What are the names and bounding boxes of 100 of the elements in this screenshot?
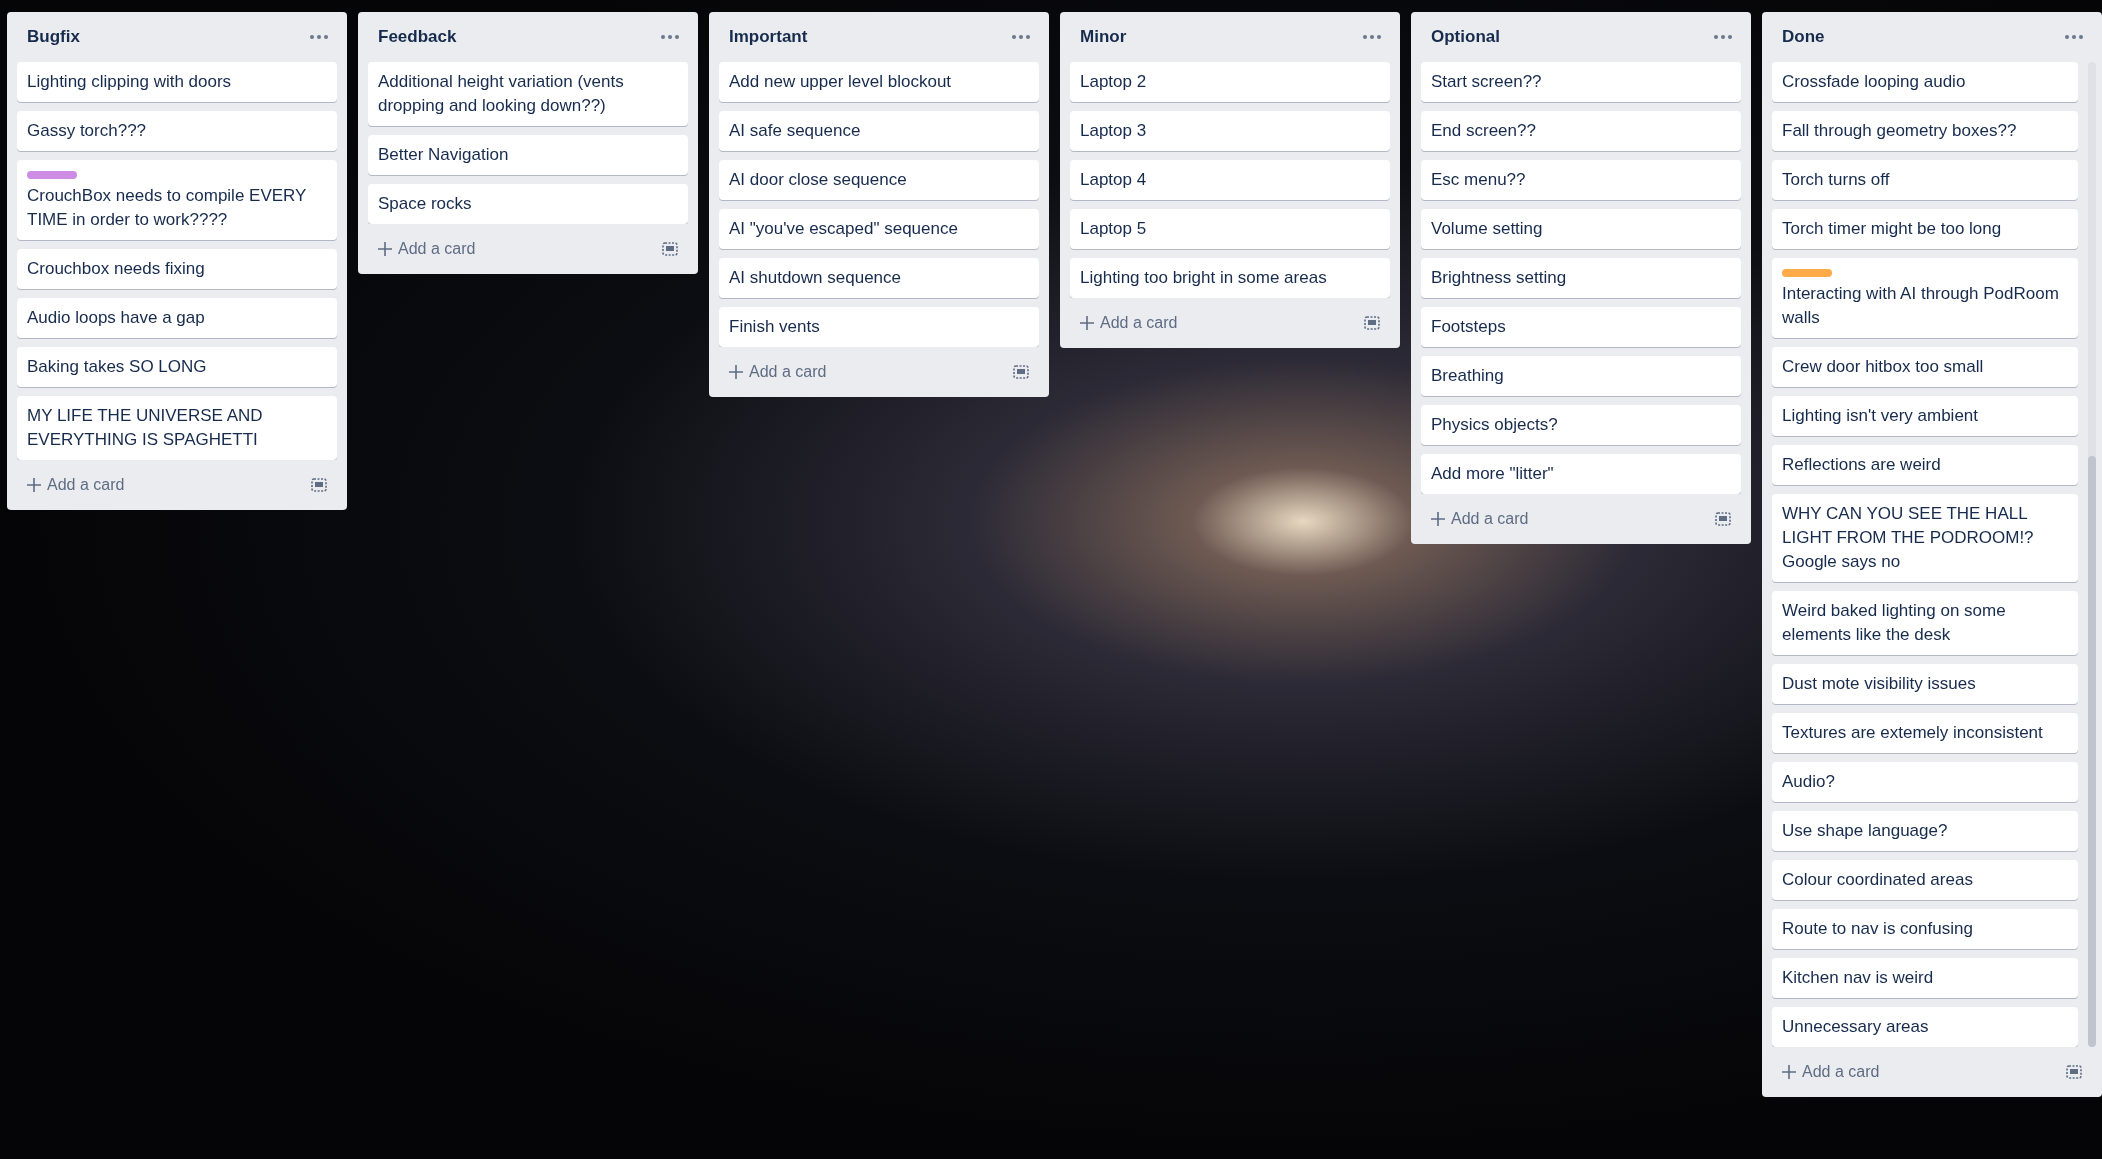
- card[interactable]: Physics objects?: [1421, 405, 1741, 445]
- card[interactable]: Audio?: [1772, 762, 2078, 802]
- card-title: Audio loops have a gap: [27, 307, 206, 329]
- card[interactable]: Audio loops have a gap: [17, 298, 337, 338]
- card[interactable]: Laptop 3: [1070, 111, 1390, 151]
- plus-icon: [1080, 316, 1094, 330]
- card-title: Dust mote visibility issues: [1782, 673, 1977, 695]
- card-title: Use shape language?: [1782, 820, 1949, 842]
- card[interactable]: Finish vents: [719, 307, 1039, 347]
- card-title: Baking takes SO LONG: [27, 356, 208, 378]
- card[interactable]: AI shutdown sequence: [719, 258, 1039, 298]
- card[interactable]: Laptop 4: [1070, 160, 1390, 200]
- card-title: Space rocks: [378, 193, 473, 215]
- card-title: Laptop 4: [1080, 169, 1148, 191]
- card[interactable]: Start screen??: [1421, 62, 1741, 102]
- card[interactable]: Kitchen nav is weird: [1772, 958, 2078, 998]
- card[interactable]: AI safe sequence: [719, 111, 1039, 151]
- card-title: Esc menu??: [1431, 169, 1527, 191]
- card[interactable]: AI door close sequence: [719, 160, 1039, 200]
- card[interactable]: Esc menu??: [1421, 160, 1741, 200]
- plus-icon: [1782, 1065, 1796, 1079]
- add-card-button[interactable]: Add a card: [729, 360, 827, 384]
- card-title: Better Navigation: [378, 144, 510, 166]
- card[interactable]: Laptop 2: [1070, 62, 1390, 102]
- card-title: Start screen??: [1431, 71, 1543, 93]
- card[interactable]: Footsteps: [1421, 307, 1741, 347]
- add-card-button[interactable]: Add a card: [1080, 311, 1178, 335]
- card-title: Torch timer might be too long: [1782, 218, 2003, 240]
- list-title: Optional: [1431, 26, 1500, 49]
- card-title: Add new upper level blockout: [729, 71, 953, 93]
- add-card-button[interactable]: Add a card: [27, 473, 125, 497]
- plus-icon: [378, 242, 392, 256]
- more-icon: [1714, 35, 1732, 39]
- scrollbar[interactable]: [2088, 62, 2096, 1047]
- card[interactable]: WHY CAN YOU SEE THE HALL LIGHT FROM THE PODROOM!? Google says no: [1772, 494, 2078, 582]
- list-title: Feedback: [378, 26, 457, 49]
- card-title: CrouchBox needs to compile EVERY TIME in order to work????: [27, 185, 308, 231]
- add-card-button[interactable]: Add a card: [378, 237, 476, 261]
- card[interactable]: Laptop 5: [1070, 209, 1390, 249]
- template-icon[interactable]: [1364, 316, 1380, 330]
- template-icon[interactable]: [1715, 512, 1731, 526]
- list-title: Done: [1782, 26, 1825, 49]
- add-card-button[interactable]: Add a card: [1782, 1060, 1880, 1084]
- card[interactable]: Torch timer might be too long: [1772, 209, 2078, 249]
- list-title: Bugfix: [27, 26, 80, 49]
- card[interactable]: Gassy torch???: [17, 111, 337, 151]
- card[interactable]: Space rocks: [368, 184, 688, 224]
- card[interactable]: Route to nav is confusing: [1772, 909, 2078, 949]
- card[interactable]: Crossfade looping audio: [1772, 62, 2078, 102]
- card[interactable]: Lighting too bright in some areas: [1070, 258, 1390, 298]
- template-icon[interactable]: [311, 478, 327, 492]
- more-icon: [310, 35, 328, 39]
- card-title: Lighting clipping with doors: [27, 71, 233, 93]
- card-title: Torch turns off: [1782, 169, 1891, 191]
- card[interactable]: Fall through geometry boxes??: [1772, 111, 2078, 151]
- card-title: Breathing: [1431, 365, 1505, 387]
- card-title: MY LIFE THE UNIVERSE AND EVERYTHING IS SPAGHETTI: [27, 405, 264, 451]
- card-title: Footsteps: [1431, 316, 1507, 338]
- plus-icon: [1431, 512, 1445, 526]
- card[interactable]: Volume setting: [1421, 209, 1741, 249]
- card-title: Laptop 2: [1080, 71, 1148, 93]
- card[interactable]: Baking takes SO LONG: [17, 347, 337, 387]
- card[interactable]: Dust mote visibility issues: [1772, 664, 2078, 704]
- card[interactable]: MY LIFE THE UNIVERSE AND EVERYTHING IS SPAGHETTI: [17, 396, 337, 460]
- card[interactable]: Weird baked lighting on some elements like the desk: [1772, 591, 2078, 655]
- plus-icon: [27, 478, 41, 492]
- card[interactable]: Crew door hitbox too small: [1772, 347, 2078, 387]
- card-title: Lighting too bright in some areas: [1080, 267, 1328, 289]
- card[interactable]: Add new upper level blockout: [719, 62, 1039, 102]
- add-card-button[interactable]: Add a card: [1431, 507, 1529, 531]
- card[interactable]: Lighting clipping with doors: [17, 62, 337, 102]
- card[interactable]: Use shape language?: [1772, 811, 2078, 851]
- card[interactable]: Lighting isn't very ambient: [1772, 396, 2078, 436]
- card[interactable]: Torch turns off: [1772, 160, 2078, 200]
- card-title: Crossfade looping audio: [1782, 71, 1967, 93]
- card[interactable]: Additional height variation (vents dropping and looking down??): [368, 62, 688, 126]
- card[interactable]: Reflections are weird: [1772, 445, 2078, 485]
- card[interactable]: CrouchBox needs to compile EVERY TIME in order to work????: [17, 160, 337, 240]
- template-icon[interactable]: [662, 242, 678, 256]
- card[interactable]: Add more "litter": [1421, 454, 1741, 494]
- card-title: WHY CAN YOU SEE THE HALL LIGHT FROM THE PODROOM!? Google says no: [1782, 503, 2035, 573]
- card-title: Brightness setting: [1431, 267, 1568, 289]
- card[interactable]: Interacting with AI through PodRoom walls: [1772, 258, 2078, 338]
- card[interactable]: Unnecessary areas: [1772, 1007, 2078, 1047]
- card[interactable]: Textures are extemely inconsistent: [1772, 713, 2078, 753]
- template-icon[interactable]: [1013, 365, 1029, 379]
- card-title: Finish vents: [729, 316, 821, 338]
- card-title: Volume setting: [1431, 218, 1544, 240]
- more-icon: [1012, 35, 1030, 39]
- card[interactable]: Brightness setting: [1421, 258, 1741, 298]
- template-icon[interactable]: [2066, 1065, 2082, 1079]
- card-title: Textures are extemely inconsistent: [1782, 722, 2044, 744]
- card-title: Crouchbox needs fixing: [27, 258, 206, 280]
- card[interactable]: End screen??: [1421, 111, 1741, 151]
- card[interactable]: Crouchbox needs fixing: [17, 249, 337, 289]
- plus-icon: [729, 365, 743, 379]
- card[interactable]: Better Navigation: [368, 135, 688, 175]
- card[interactable]: AI "you've escaped" sequence: [719, 209, 1039, 249]
- card[interactable]: Breathing: [1421, 356, 1741, 396]
- card[interactable]: Colour coordinated areas: [1772, 860, 2078, 900]
